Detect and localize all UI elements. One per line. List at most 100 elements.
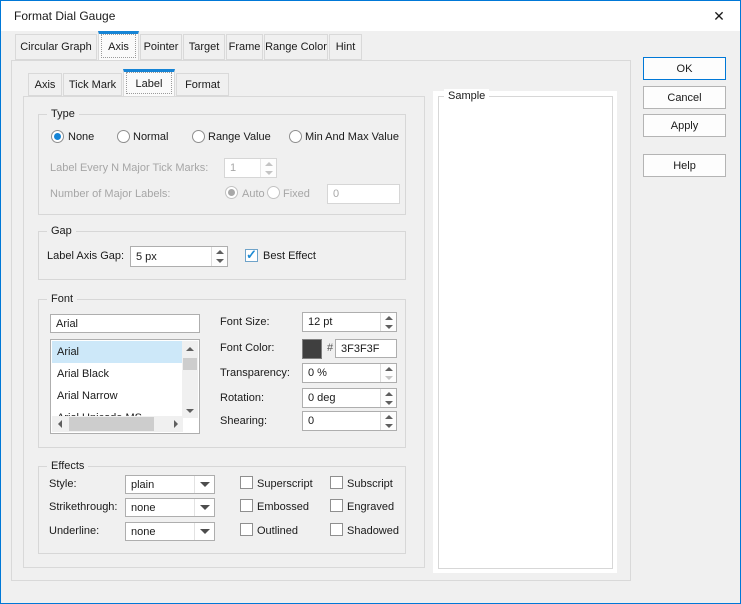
radio-fixed-label: Fixed [283, 188, 310, 201]
font-size-value: 12 pt [308, 316, 332, 328]
font-list[interactable]: Arial Arial Black Arial Narrow Arial Uni… [50, 339, 200, 434]
strikethrough-dropdown[interactable]: none [125, 498, 215, 517]
horizontal-scroll-thumb[interactable] [69, 417, 154, 431]
subtab-tick-mark[interactable]: Tick Mark [63, 73, 122, 96]
best-effect-checkbox[interactable] [245, 249, 258, 262]
underline-dropdown[interactable]: none [125, 522, 215, 541]
spin-up-icon[interactable] [212, 247, 227, 257]
subtab-label: Axis [35, 79, 56, 91]
radio-min-max-value-label[interactable]: Min And Max Value [305, 131, 399, 144]
font-list-item[interactable]: Arial Black [52, 363, 183, 385]
cancel-button[interactable]: Cancel [643, 86, 726, 109]
transparency-value: 0 % [308, 367, 327, 379]
radio-none[interactable] [51, 130, 64, 143]
font-size-label: Font Size: [220, 316, 270, 329]
rotation-spinner[interactable]: 0 deg [302, 388, 397, 408]
outlined-checkbox[interactable] [240, 523, 253, 536]
shadowed-label[interactable]: Shadowed [347, 525, 399, 538]
scroll-right-icon[interactable] [168, 416, 183, 432]
chevron-down-icon[interactable] [194, 499, 214, 516]
transparency-label: Transparency: [220, 367, 290, 380]
spinner-buttons [380, 364, 396, 382]
style-dropdown[interactable]: plain [125, 475, 215, 494]
shearing-value: 0 [308, 415, 314, 427]
radio-normal-label[interactable]: Normal [133, 131, 168, 144]
shearing-spinner[interactable]: 0 [302, 411, 397, 431]
font-size-spinner[interactable]: 12 pt [302, 312, 397, 332]
scroll-up-icon[interactable] [182, 341, 198, 356]
sample-panel: Sample [433, 91, 617, 573]
label-axis-gap-spinner[interactable]: 5 px [130, 246, 228, 267]
best-effect-label[interactable]: Best Effect [263, 250, 316, 263]
chevron-down-icon[interactable] [194, 523, 214, 540]
scroll-down-icon[interactable] [182, 403, 198, 418]
spin-down-icon[interactable] [381, 421, 396, 430]
style-value: plain [131, 479, 154, 491]
subtab-format[interactable]: Format [176, 73, 229, 96]
tab-frame[interactable]: Frame [226, 34, 263, 60]
spinner-buttons [260, 159, 276, 177]
font-list-item[interactable]: Arial [52, 341, 183, 363]
font-list-item[interactable]: Arial Narrow [52, 385, 183, 407]
subtab-label: Format [185, 79, 220, 91]
spin-down-icon[interactable] [381, 398, 396, 407]
font-group-legend: Font [47, 292, 77, 306]
tab-circular-graph[interactable]: Circular Graph [15, 34, 97, 60]
tab-hint[interactable]: Hint [329, 34, 362, 60]
superscript-label[interactable]: Superscript [257, 478, 313, 491]
superscript-checkbox[interactable] [240, 476, 253, 489]
radio-none-label[interactable]: None [68, 131, 94, 144]
radio-range-value-label[interactable]: Range Value [208, 131, 271, 144]
chevron-down-icon[interactable] [194, 476, 214, 493]
transparency-spinner[interactable]: 0 % [302, 363, 397, 383]
embossed-label[interactable]: Embossed [257, 501, 309, 514]
sample-group: Sample [438, 96, 613, 569]
radio-normal[interactable] [117, 130, 130, 143]
ok-button[interactable]: OK [643, 57, 726, 80]
apply-button[interactable]: Apply [643, 114, 726, 137]
font-name-input[interactable]: Arial [50, 314, 200, 333]
font-color-swatch[interactable] [302, 339, 322, 359]
engraved-label[interactable]: Engraved [347, 501, 394, 514]
horizontal-scrollbar[interactable] [52, 416, 183, 432]
help-button[interactable]: Help [643, 154, 726, 177]
engraved-checkbox[interactable] [330, 499, 343, 512]
radio-fixed [267, 186, 280, 199]
shadowed-checkbox[interactable] [330, 523, 343, 536]
outlined-label[interactable]: Outlined [257, 525, 298, 538]
subscript-label[interactable]: Subscript [347, 478, 393, 491]
subscript-checkbox[interactable] [330, 476, 343, 489]
type-group: Type None Normal Range Value Min And Max… [38, 114, 406, 215]
tab-axis[interactable]: Axis [98, 31, 139, 61]
tab-label: Frame [229, 41, 261, 53]
spin-up-icon[interactable] [381, 313, 396, 322]
font-color-hex-input[interactable]: 3F3F3F [335, 339, 397, 358]
subtab-label: Tick Mark [69, 79, 116, 91]
close-icon: ✕ [713, 8, 725, 25]
spinner-buttons [380, 412, 396, 430]
underline-label: Underline: [49, 525, 99, 538]
rotation-value: 0 deg [308, 392, 336, 404]
tab-target[interactable]: Target [183, 34, 225, 60]
radio-range-value[interactable] [192, 130, 205, 143]
spin-up-icon [261, 159, 276, 168]
spin-down-icon[interactable] [212, 257, 227, 267]
shearing-label: Shearing: [220, 415, 267, 428]
spin-up-icon[interactable] [381, 364, 396, 373]
embossed-checkbox[interactable] [240, 499, 253, 512]
tab-pointer[interactable]: Pointer [140, 34, 182, 60]
subtab-axis[interactable]: Axis [28, 73, 62, 96]
spin-up-icon[interactable] [381, 389, 396, 398]
vertical-scrollbar[interactable] [182, 341, 198, 418]
style-label: Style: [49, 478, 77, 491]
tab-range-color[interactable]: Range Color [264, 34, 328, 60]
scroll-left-icon[interactable] [52, 416, 67, 432]
subtab-label[interactable]: Label [123, 69, 175, 97]
spin-down-icon[interactable] [381, 322, 396, 331]
gap-group-legend: Gap [47, 224, 76, 238]
radio-min-max-value[interactable] [289, 130, 302, 143]
spin-up-icon[interactable] [381, 412, 396, 421]
close-button[interactable]: ✕ [702, 1, 736, 31]
vertical-scroll-thumb[interactable] [183, 358, 197, 370]
tab-label: Pointer [144, 41, 179, 53]
